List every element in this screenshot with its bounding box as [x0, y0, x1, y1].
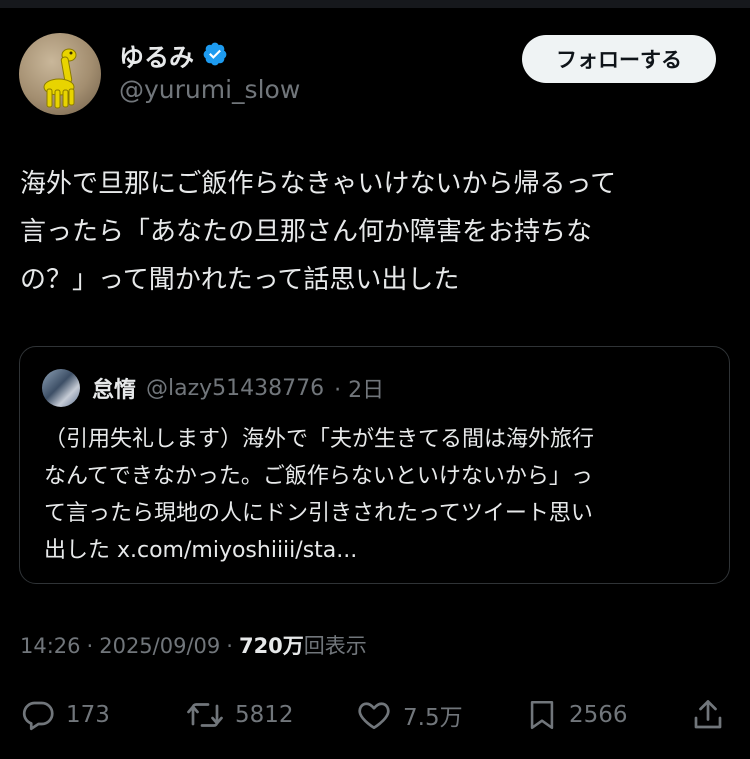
repost-icon — [185, 697, 225, 733]
quote-author-handle: @lazy51438776 — [146, 375, 325, 401]
follow-button[interactable]: フォローする — [522, 35, 716, 83]
views-count: 720万 — [238, 634, 304, 658]
tweet-text-line: 海外で旦那にご飯作らなきゃいけないから帰るって — [20, 169, 617, 199]
quote-text-line: 出した x.com/miyoshiiii/sta... — [44, 538, 358, 563]
tweet-text: 海外で旦那にご飯作らなきゃいけないから帰るって 言ったら「あなたの旦那さん何か障… — [20, 160, 720, 304]
tweet-date[interactable]: 2025/09/09 — [99, 634, 220, 658]
bookmark-count: 2566 — [569, 702, 628, 728]
tweet-time[interactable]: 14:26 — [20, 634, 81, 658]
meta-separator: · — [226, 634, 233, 658]
quote-text-line: て言ったら現地の人にドン引きされたってツイート思い — [44, 501, 593, 526]
quote-text: （引用失礼します）海外で「夫が生きてる間は海外旅行 なんてできなかった。ご飯作ら… — [44, 421, 714, 569]
repost-count: 5812 — [235, 702, 294, 728]
action-bar: 173 5812 7.5万 2566 — [0, 690, 750, 740]
tweet-text-line: の？」って聞かれたって話思い出した — [20, 265, 460, 295]
like-button[interactable]: 7.5万 — [355, 690, 463, 740]
verified-badge-icon — [202, 41, 228, 71]
quote-header: 怠惰 @lazy51438776 · 2日 — [92, 369, 384, 407]
giraffe-figure-image — [43, 48, 77, 109]
author-avatar[interactable] — [19, 33, 101, 115]
quote-time: · 2日 — [334, 378, 385, 403]
reply-count: 173 — [66, 702, 110, 728]
author-name-row[interactable]: ゆるみ — [119, 36, 228, 76]
reply-button[interactable]: 173 — [20, 690, 110, 740]
views-label: 回表示 — [303, 634, 367, 658]
heart-icon — [355, 697, 393, 733]
quote-author-avatar — [42, 369, 80, 407]
share-button[interactable] — [690, 690, 726, 740]
reply-icon — [20, 697, 56, 733]
author-handle[interactable]: @yurumi_slow — [119, 75, 300, 104]
quote-text-line: （引用失礼します）海外で「夫が生きてる間は海外旅行 — [44, 427, 595, 452]
share-icon — [690, 697, 726, 733]
like-count: 7.5万 — [403, 705, 463, 731]
author-display-name[interactable]: ゆるみ — [119, 38, 194, 74]
tweet-meta: 14:26 · 2025/09/09 · 720万 回表示 — [20, 630, 367, 666]
quote-author-name: 怠惰 — [92, 378, 137, 403]
bookmark-button[interactable]: 2566 — [525, 690, 628, 740]
tweet-text-line: 言ったら「あなたの旦那さん何か障害をお持ちな — [20, 217, 593, 247]
bookmark-icon — [525, 697, 559, 733]
meta-separator: · — [86, 634, 94, 658]
repost-button[interactable]: 5812 — [185, 690, 294, 740]
quote-tweet-card[interactable]: 怠惰 @lazy51438776 · 2日 （引用失礼します）海外で「夫が生きて… — [19, 346, 730, 584]
top-divider — [0, 0, 750, 8]
quote-text-line: なんてできなかった。ご飯作らないといけないから」っ — [44, 464, 593, 489]
